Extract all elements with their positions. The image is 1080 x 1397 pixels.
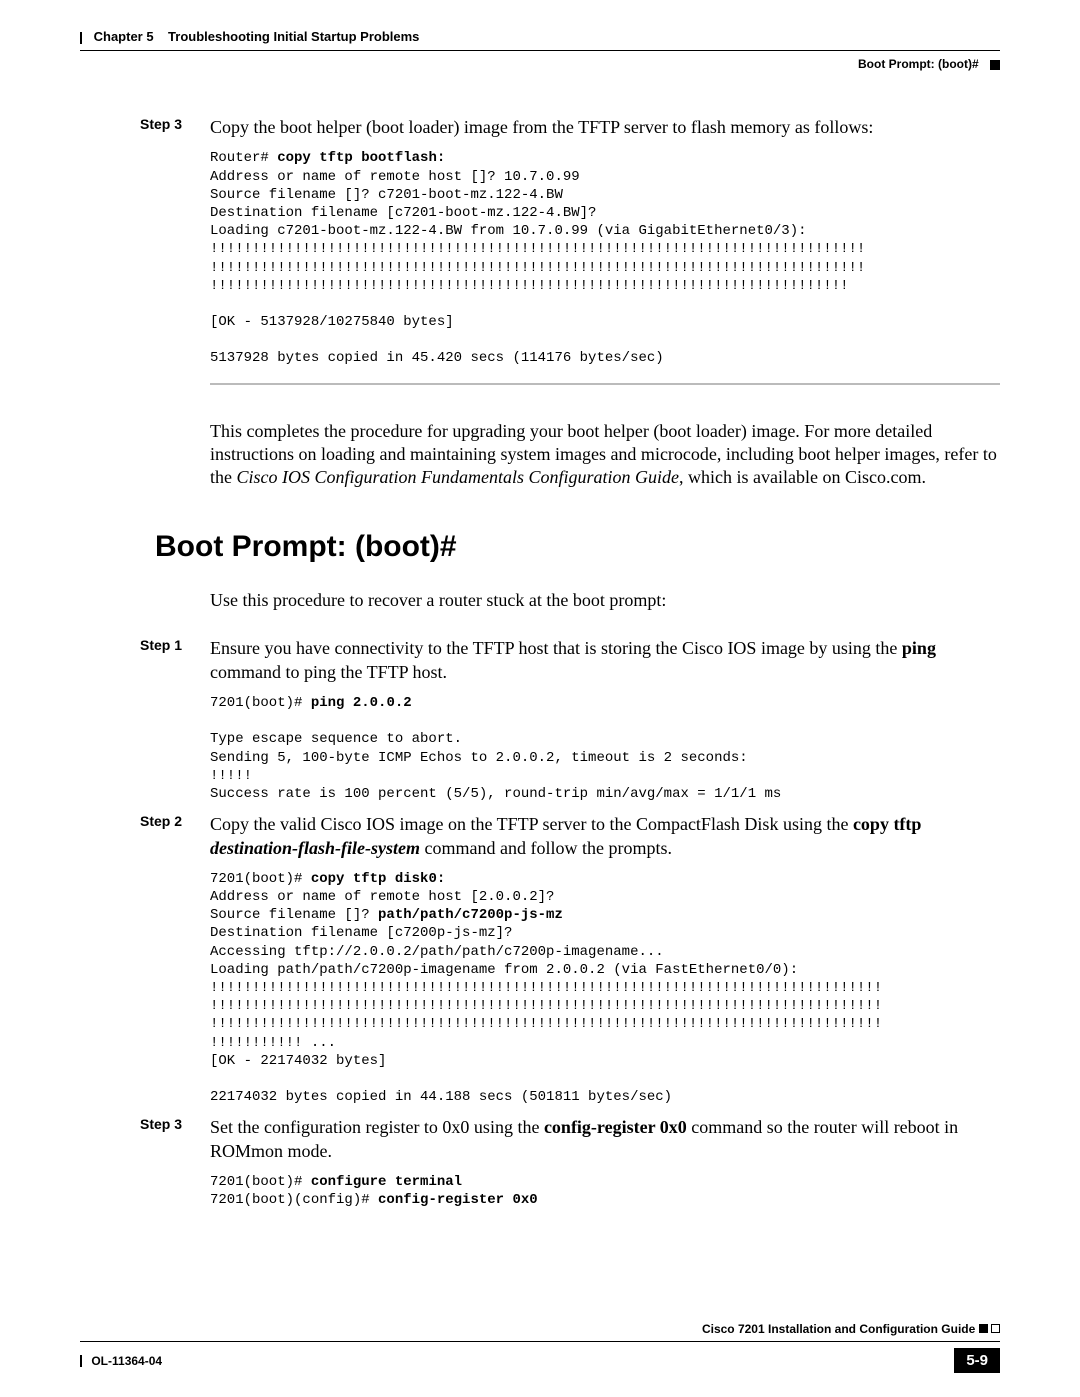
step-3: Step 3 Copy the boot helper (boot loader… bbox=[210, 116, 1000, 139]
page-footer: Cisco 7201 Installation and Configuratio… bbox=[80, 1341, 1000, 1373]
code-block-step2: 7201(boot)# copy tftp disk0: Address or … bbox=[210, 870, 1000, 1106]
step-text: Ensure you have connectivity to the TFTP… bbox=[210, 637, 1000, 684]
code-block-step3b: 7201(boot)# configure terminal 7201(boot… bbox=[210, 1173, 1000, 1209]
chapter-title: Troubleshooting Initial Startup Problems bbox=[168, 29, 419, 44]
footer-doc-id: OL-11364-04 bbox=[91, 1354, 162, 1368]
step-2: Step 2 Copy the valid Cisco IOS image on… bbox=[210, 813, 1000, 860]
closing-paragraph: This completes the procedure for upgradi… bbox=[210, 420, 1000, 490]
header-section-right: Boot Prompt: (boot)# bbox=[80, 57, 1000, 71]
step-label: Step 3 bbox=[140, 116, 210, 139]
chapter-number: Chapter 5 bbox=[94, 29, 154, 44]
footer-square-filled bbox=[979, 1324, 988, 1333]
step-3b: Step 3 Set the configuration register to… bbox=[210, 1116, 1000, 1163]
step-text: Copy the boot helper (boot loader) image… bbox=[210, 116, 873, 139]
page-header: Chapter 5 Troubleshooting Initial Startu… bbox=[80, 28, 1000, 51]
separator bbox=[210, 383, 1000, 385]
step-label: Step 1 bbox=[140, 637, 210, 684]
footer-doc-title: Cisco 7201 Installation and Configuratio… bbox=[702, 1322, 1000, 1336]
page-number: 5-9 bbox=[954, 1348, 1000, 1373]
step-label: Step 2 bbox=[140, 813, 210, 860]
step-text: Set the configuration register to 0x0 us… bbox=[210, 1116, 1000, 1163]
step-label: Step 3 bbox=[140, 1116, 210, 1163]
step-1: Step 1 Ensure you have connectivity to t… bbox=[210, 637, 1000, 684]
code-block-step1: 7201(boot)# ping 2.0.0.2 Type escape seq… bbox=[210, 694, 1000, 803]
step-text: Copy the valid Cisco IOS image on the TF… bbox=[210, 813, 1000, 860]
header-square-marker bbox=[990, 60, 1000, 70]
footer-square-open bbox=[991, 1324, 1000, 1333]
section-intro: Use this procedure to recover a router s… bbox=[210, 589, 1000, 612]
section-title: Boot Prompt: (boot)# bbox=[155, 530, 1000, 564]
code-block-step3a: Router# copy tftp bootflash: Address or … bbox=[210, 149, 1000, 367]
